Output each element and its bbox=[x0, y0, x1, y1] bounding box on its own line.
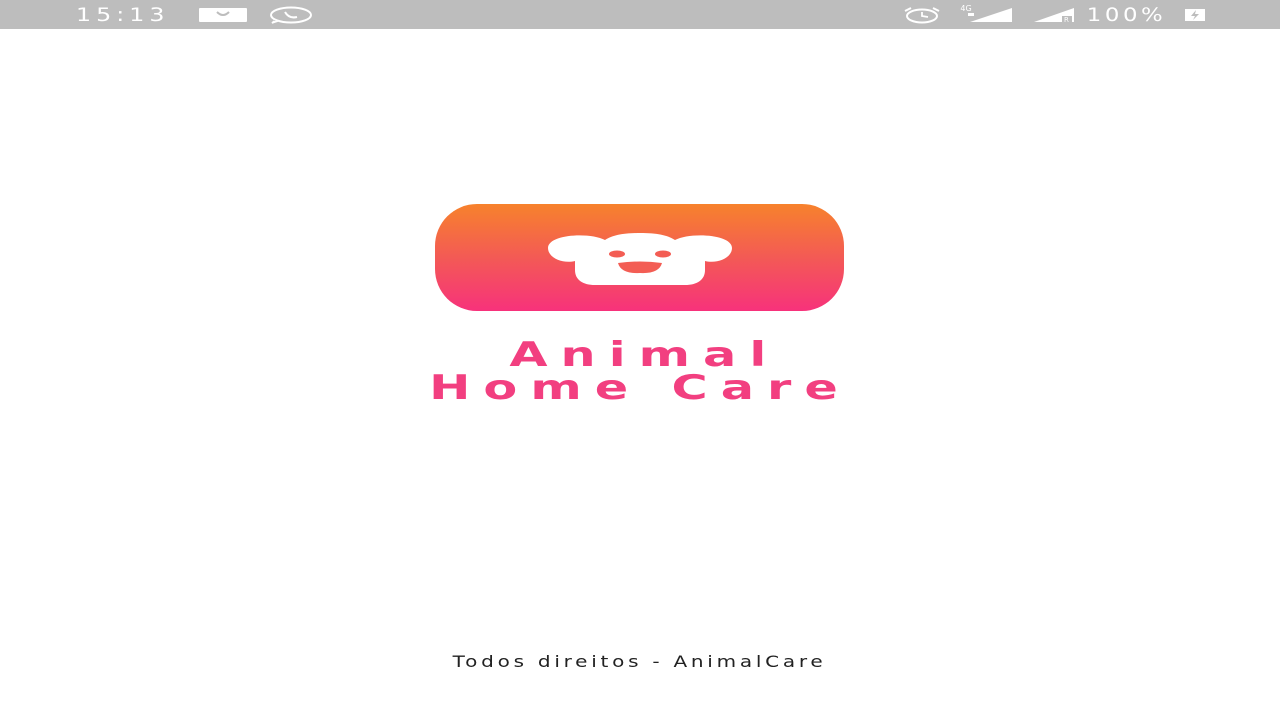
whatsapp-icon bbox=[269, 6, 313, 24]
status-bar-right: 4G R 100% bbox=[902, 0, 1206, 29]
app-name-line2: Home Care bbox=[429, 368, 851, 408]
copyright-footer: Todos direitos - AnimalCare bbox=[0, 652, 1280, 671]
signal-4g-icon: 4G bbox=[960, 4, 1013, 23]
splash-screen: 15:13 4G R 100% Animal Home Care Todos d… bbox=[0, 0, 1280, 720]
status-bar: 15:13 4G R 100% bbox=[0, 0, 1280, 29]
signal-sub-label: R bbox=[1064, 16, 1069, 23]
dog-face-icon bbox=[548, 233, 732, 285]
status-bar-left: 15:13 bbox=[76, 0, 313, 29]
app-name: Animal Home Care bbox=[0, 338, 1280, 405]
app-logo bbox=[435, 204, 844, 311]
app-name-line1: Animal bbox=[509, 335, 780, 375]
network-type-label: 4G bbox=[960, 4, 972, 13]
footer-text: Todos direitos - AnimalCare bbox=[453, 652, 827, 671]
alarm-icon bbox=[902, 6, 942, 24]
battery-percent: 100% bbox=[1086, 3, 1166, 26]
status-time: 15:13 bbox=[76, 3, 170, 26]
signal-icon: R bbox=[1032, 7, 1076, 23]
battery-charging-icon bbox=[1184, 8, 1206, 22]
email-icon bbox=[198, 7, 247, 23]
